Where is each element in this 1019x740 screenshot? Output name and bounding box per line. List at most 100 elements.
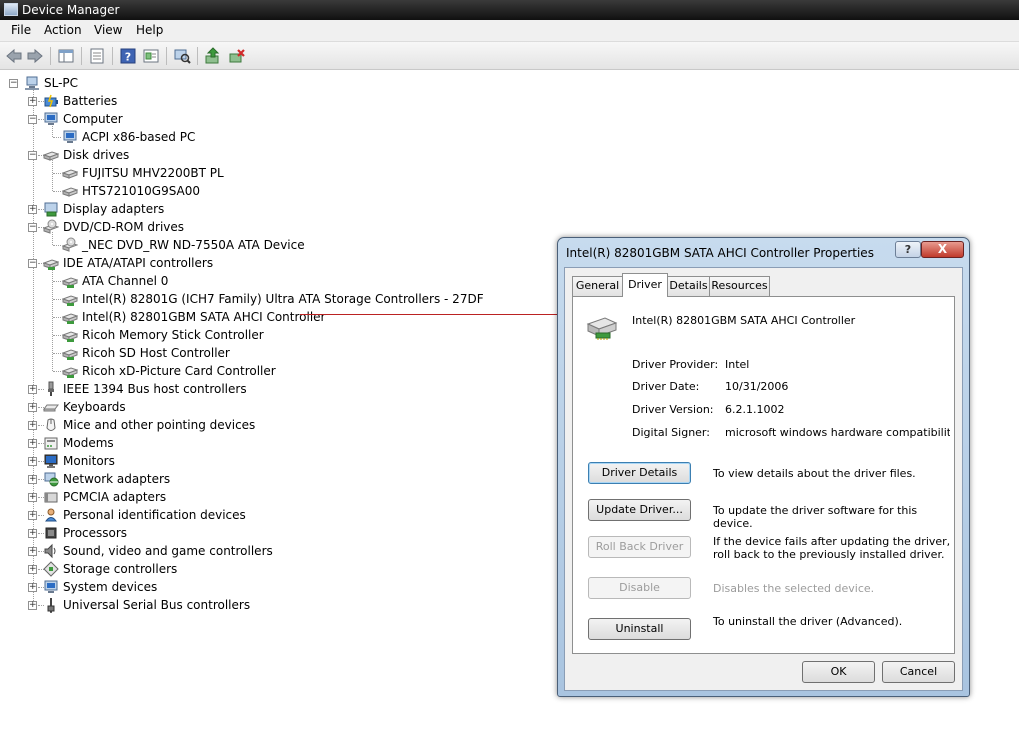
expand-toggle[interactable]: + [28, 475, 37, 484]
update-driver-button[interactable]: Update Driver... [588, 499, 691, 521]
expand-toggle[interactable]: + [28, 493, 37, 502]
tree-item-label: Computer [63, 112, 123, 126]
tree-item-label: Disk drives [63, 148, 130, 162]
tab-driver[interactable]: Driver [622, 273, 668, 297]
toolbar: ? [0, 42, 1019, 70]
collapse-toggle[interactable]: − [28, 151, 37, 160]
tree-item-label: Storage controllers [63, 562, 178, 576]
expand-toggle[interactable]: + [28, 565, 37, 574]
collapse-toggle[interactable]: − [28, 223, 37, 232]
tab-resources[interactable]: Resources [709, 276, 770, 296]
properties-icon[interactable] [88, 47, 106, 65]
tree-item-label: Ricoh SD Host Controller [82, 346, 230, 360]
tree-item-label: Processors [63, 526, 128, 540]
dvd-drive-icon [62, 237, 78, 253]
expand-toggle[interactable]: + [28, 457, 37, 466]
dialog-help-button[interactable]: ? [895, 241, 921, 258]
uninstall-description: To uninstall the driver (Advanced). [713, 615, 903, 628]
driver-provider-value: Intel [725, 358, 750, 371]
expand-toggle[interactable]: + [28, 601, 37, 610]
tree-item-label: PCMCIA adapters [63, 490, 167, 504]
ok-button[interactable]: OK [802, 661, 875, 683]
toolbar-separator [50, 47, 51, 65]
uninstall-button[interactable]: Uninstall [588, 618, 691, 640]
menu-help[interactable]: Help [136, 23, 163, 37]
dialog-client-area: General Driver Details Resources Intel(R… [564, 267, 963, 691]
collapse-toggle[interactable]: − [9, 79, 18, 88]
expand-toggle[interactable]: + [28, 205, 37, 214]
view-icon[interactable] [142, 47, 160, 65]
tree-item[interactable]: − Computer [0, 110, 700, 128]
tree-item-label: System devices [63, 580, 158, 594]
network-adapter-icon [43, 471, 59, 487]
tab-details[interactable]: Details [667, 276, 710, 296]
tree-item[interactable]: ACPI x86-based PC [0, 128, 700, 146]
toolbar-separator [197, 47, 198, 65]
toolbar-separator [166, 47, 167, 65]
dvd-drive-icon [43, 219, 59, 235]
digital-signer-value: microsoft windows hardware compatibility… [725, 426, 950, 439]
digital-signer-label: Digital Signer: [632, 426, 710, 439]
tree-item-label: Intel(R) 82801GBM SATA AHCI Controller [82, 310, 326, 324]
tab-general[interactable]: General [572, 276, 623, 296]
menu-view[interactable]: View [94, 23, 122, 37]
collapse-toggle[interactable]: − [28, 115, 37, 124]
driver-date-label: Driver Date: [632, 380, 700, 393]
tree-item-label: Personal identification devices [63, 508, 246, 522]
tree-item-label: HTS721010G9SA00 [82, 184, 201, 198]
expand-toggle[interactable]: + [28, 97, 37, 106]
processor-icon [43, 525, 59, 541]
controller-icon [62, 363, 78, 379]
dialog-close-button[interactable]: X [921, 241, 964, 258]
menu-file[interactable]: File [11, 23, 31, 37]
help-icon[interactable]: ? [119, 47, 137, 65]
expand-toggle[interactable]: + [28, 439, 37, 448]
driver-tab-panel: Intel(R) 82801GBM SATA AHCI Controller D… [572, 296, 955, 654]
disk-drive-icon [62, 165, 78, 181]
tree-item-label: Network adapters [63, 472, 171, 486]
tree-item-label: Display adapters [63, 202, 165, 216]
controller-icon [585, 314, 619, 343]
tree-item[interactable]: HTS721010G9SA00 [0, 182, 700, 200]
driver-details-button[interactable]: Driver Details [588, 462, 691, 484]
expand-toggle[interactable]: + [28, 529, 37, 538]
computer-icon [62, 129, 78, 145]
expand-toggle[interactable]: + [28, 511, 37, 520]
menu-bar: File Action View Help [0, 20, 1019, 42]
expand-toggle[interactable]: + [28, 421, 37, 430]
tree-item-label: Intel(R) 82801G (ICH7 Family) Ultra ATA … [82, 292, 484, 306]
update-driver-description: To update the driver software for this d… [713, 504, 918, 530]
pcmcia-icon [43, 489, 59, 505]
expand-toggle[interactable]: + [28, 583, 37, 592]
tree-item[interactable]: − DVD/CD-ROM drives [0, 218, 700, 236]
window-title-bar[interactable]: Device Manager [0, 0, 1019, 20]
back-arrow-icon[interactable] [5, 47, 23, 65]
mouse-icon [43, 417, 59, 433]
uninstall-icon[interactable] [228, 47, 246, 65]
tree-item[interactable]: + Batteries [0, 92, 700, 110]
disable-button[interactable]: Disable [588, 577, 691, 599]
collapse-toggle[interactable]: − [28, 259, 37, 268]
controller-icon [62, 345, 78, 361]
controller-icon [62, 327, 78, 343]
disk-drive-icon [43, 147, 59, 163]
tree-item-label: Ricoh Memory Stick Controller [82, 328, 264, 342]
roll-back-driver-button[interactable]: Roll Back Driver [588, 536, 691, 558]
sound-icon [43, 543, 59, 559]
tree-item[interactable]: + Display adapters [0, 200, 700, 218]
expand-toggle[interactable]: + [28, 403, 37, 412]
forward-arrow-icon[interactable] [26, 47, 44, 65]
tree-item[interactable]: − SL-PC [0, 74, 700, 92]
computer-icon [43, 111, 59, 127]
expand-toggle[interactable]: + [28, 547, 37, 556]
expand-toggle[interactable]: + [28, 385, 37, 394]
update-driver-icon[interactable] [204, 47, 222, 65]
menu-action[interactable]: Action [44, 23, 82, 37]
cancel-button[interactable]: Cancel [882, 661, 955, 683]
controller-icon [62, 273, 78, 289]
controller-icon [43, 255, 59, 271]
show-hide-tree-icon[interactable] [57, 47, 75, 65]
tree-item[interactable]: FUJITSU MHV2200BT PL [0, 164, 700, 182]
tree-item[interactable]: − Disk drives [0, 146, 700, 164]
scan-hardware-icon[interactable] [173, 47, 191, 65]
